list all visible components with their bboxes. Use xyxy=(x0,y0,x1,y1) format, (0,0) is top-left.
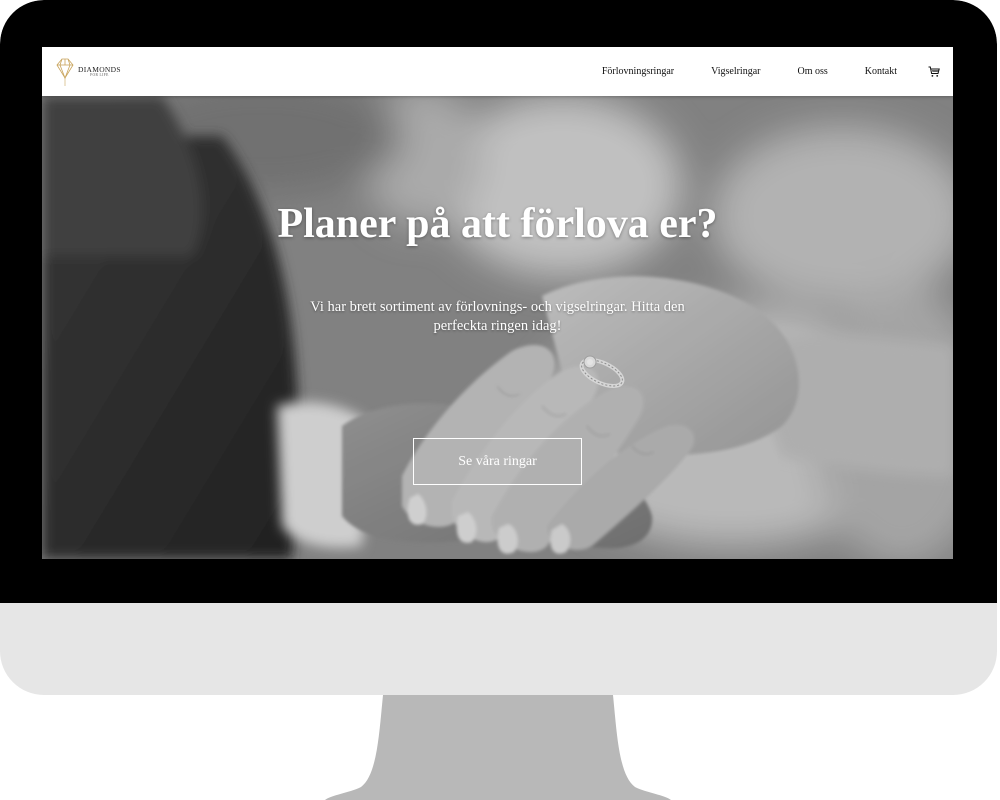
navbar: DIAMONDS FOR LIFE Förlovningsringar Vigs… xyxy=(42,47,953,96)
nav-link-forlovningsringar[interactable]: Förlovningsringar xyxy=(602,66,674,77)
monitor-stand xyxy=(325,695,671,800)
nav-link-vigselringar[interactable]: Vigselringar xyxy=(711,66,760,77)
hero-subtitle: Vi har brett sortiment av förlovnings- o… xyxy=(310,299,685,334)
brand-logo[interactable]: DIAMONDS FOR LIFE xyxy=(54,56,121,88)
hero-section: Planer på att förlova er? Vi har brett s… xyxy=(42,96,953,559)
diamond-icon xyxy=(56,58,74,86)
main-nav: Förlovningsringar Vigselringar Om oss Ko… xyxy=(602,47,940,96)
see-rings-button[interactable]: Se våra ringar xyxy=(413,438,582,485)
nav-link-om-oss[interactable]: Om oss xyxy=(797,66,827,77)
brand-name: DIAMONDS xyxy=(78,64,121,74)
brand-tagline: FOR LIFE xyxy=(90,73,109,78)
nav-link-kontakt[interactable]: Kontakt xyxy=(865,66,897,77)
shopping-cart-icon[interactable] xyxy=(928,66,940,78)
website-viewport: DIAMONDS FOR LIFE Förlovningsringar Vigs… xyxy=(42,47,953,559)
hero-title: Planer på att förlova er? xyxy=(277,201,718,247)
